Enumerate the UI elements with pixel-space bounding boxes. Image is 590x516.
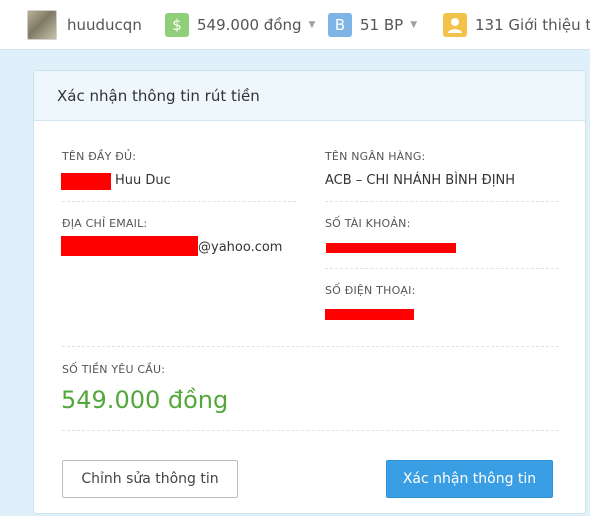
bank-name-label: TÊN NGÂN HÀNG: [325,150,426,163]
divider [62,346,559,347]
chevron-down-icon[interactable]: ▼ [309,20,316,30]
chevron-down-icon[interactable]: ▼ [410,20,417,30]
amount-label: SỐ TIỀN YÊU CẦU: [62,363,166,376]
username[interactable]: huuducqn [67,16,142,34]
amount-value: 549.000 đồng [61,386,229,414]
user-silhouette-icon [448,18,462,33]
email-value: @yahoo.com [198,240,283,255]
email-label: ĐỊA CHỈ EMAIL: [62,217,148,230]
points-text[interactable]: 51 BP [360,16,403,34]
edit-info-button[interactable]: Chỉnh sửa thông tin [62,460,238,498]
full-name-value: Huu Duc [115,173,171,188]
avatar[interactable] [27,10,57,40]
divider [325,268,559,269]
account-number-label: SỐ TÀI KHOẢN: [325,217,411,230]
top-bar: huuducqn $ 549.000 đồng ▼ B 51 BP ▼ 131 … [0,0,590,50]
dollar-icon: $ [165,13,189,37]
referrals-text[interactable]: 131 Giới thiệu thành [475,16,590,34]
bank-name-value: ACB – CHI NHÁNH BÌNH ĐỊNH [325,173,516,188]
divider [62,201,296,202]
balance-text[interactable]: 549.000 đồng [197,16,302,34]
divider [325,201,559,202]
full-name-label: TÊN ĐẦY ĐỦ: [62,150,137,163]
points-icon: B [328,13,352,37]
points-menu[interactable]: B 51 BP ▼ [328,10,417,40]
balance-menu[interactable]: $ 549.000 đồng ▼ [165,10,315,40]
phone-redaction [325,309,414,320]
referrals-menu[interactable]: 131 Giới thiệu thành [443,10,590,40]
card-title: Xác nhận thông tin rút tiền [34,71,585,121]
email-redaction [61,236,198,256]
divider [62,430,559,431]
withdrawal-confirm-card: Xác nhận thông tin rút tiền TÊN ĐẦY ĐỦ: … [33,70,586,514]
user-icon [443,13,467,37]
phone-label: SỐ ĐIỆN THOẠI: [325,284,416,297]
full-name-redaction [61,173,111,190]
user-menu[interactable]: huuducqn [27,10,142,40]
account-number-redaction [326,243,456,253]
confirm-info-button[interactable]: Xác nhận thông tin [386,460,553,498]
